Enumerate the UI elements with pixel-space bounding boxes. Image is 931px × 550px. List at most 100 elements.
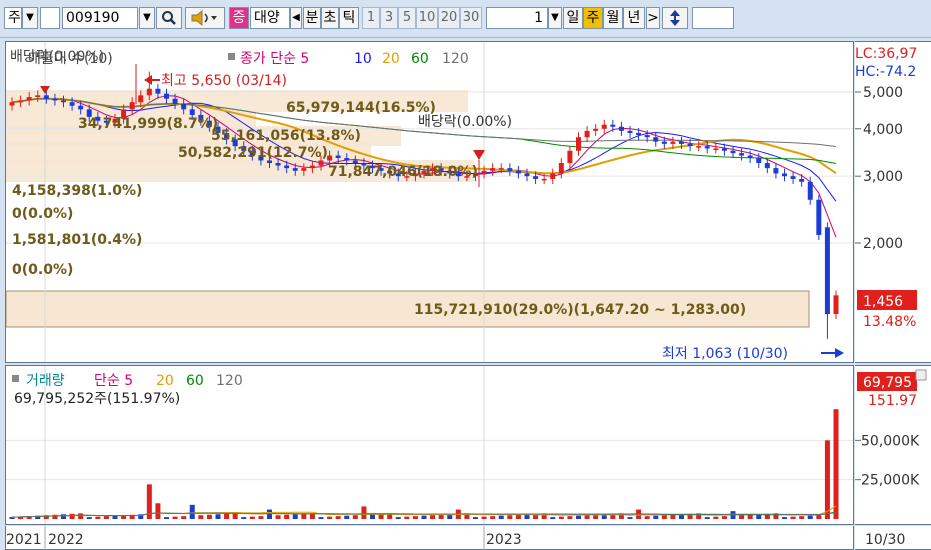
volume-bar: [327, 516, 333, 519]
candle-body: [799, 178, 805, 182]
x-label-2023: 2023: [486, 532, 522, 548]
next-button[interactable]: >: [646, 7, 660, 29]
badge-label: 증: [232, 10, 246, 26]
last-change: 13.48%: [863, 314, 916, 330]
volume-bar: [739, 515, 745, 519]
count-dropdown-icon[interactable]: ▼: [548, 7, 562, 29]
volume-bar: [567, 516, 573, 519]
volume-bar: [258, 516, 264, 519]
legend-ma10: 10: [354, 51, 372, 67]
volume-bar: [215, 514, 221, 519]
market-select[interactable]: 주: [4, 7, 22, 29]
market-dropdown-icon[interactable]: ▼: [22, 7, 38, 29]
interval-3[interactable]: 3: [380, 7, 398, 29]
interval-10-label: 10: [418, 10, 436, 25]
interval-5[interactable]: 5: [398, 7, 416, 29]
volume-chart-panel[interactable]: 거래량 단순 5 20 60 120 69,795,252주(151.97%): [5, 365, 854, 525]
candle-body: [593, 128, 599, 131]
candle-body: [610, 124, 616, 127]
interval-1-label: 1: [366, 10, 376, 25]
volume-bar: [284, 514, 290, 519]
candle-body: [558, 162, 564, 174]
cycle-day[interactable]: 일: [563, 7, 583, 29]
candle-body: [26, 97, 32, 101]
cycle-minute[interactable]: 분: [303, 7, 321, 29]
price-chart: 65,979,144(16.5%) 34,741,999(8.7%)55,161,…: [6, 42, 853, 362]
price-tick-label: 3,000: [863, 169, 903, 185]
volume-bar: [799, 516, 805, 519]
price-chart-panel[interactable]: 65,979,144(16.5%) 34,741,999(8.7%) 55,161,…: [5, 41, 854, 363]
volume-ma-prefix: 단순 5: [94, 373, 133, 389]
last-volume: 69,795: [863, 375, 912, 391]
code-prefix-field[interactable]: [40, 7, 60, 29]
cycle-month[interactable]: 월: [603, 7, 623, 29]
stock-code-value: 009190: [66, 10, 120, 26]
candle-body: [584, 130, 590, 138]
stock-name-field[interactable]: 대양: [250, 7, 290, 29]
interval-1[interactable]: 1: [362, 7, 380, 29]
volume-bar: [421, 515, 427, 519]
volume-chart: 거래량 단순 5 20 60 120 69,795,252주(151.97%): [6, 366, 853, 524]
volume-bar: [103, 516, 109, 519]
volume-bar: [352, 515, 358, 519]
candle-body: [18, 100, 24, 103]
profile-label: 115,721,910(29.0%)(1,647.20 ~ 1,283.00): [414, 302, 746, 318]
candle-body: [670, 141, 676, 144]
lc-label: LC:36,97: [855, 46, 917, 62]
volume-bar: [498, 515, 504, 519]
cycle-tick[interactable]: 틱: [339, 7, 359, 29]
candle-body: [284, 165, 290, 169]
cycle-week[interactable]: 주: [583, 7, 603, 29]
candle-body: [696, 146, 702, 148]
candle-body: [524, 173, 530, 177]
volume-y-axis-svg: 69,795 151.97 50,000K 25,000K: [855, 369, 927, 489]
profile-label: 65,979,144(16.5%): [286, 100, 436, 116]
volume-bar: [155, 503, 161, 519]
count-input[interactable]: 1: [486, 7, 548, 29]
interval-3-label: 3: [384, 10, 394, 25]
speaker-button[interactable]: [185, 7, 225, 29]
candle-body: [541, 178, 547, 181]
volume-bar: [78, 513, 84, 519]
interval-30[interactable]: 30: [460, 7, 482, 29]
toolbar: 주 ▼ 009190 ▼ 증 대양 ◀ 분 초 틱 1 3 5 10 20 30…: [0, 0, 931, 38]
candle-body: [146, 88, 152, 96]
volume-bar: [507, 515, 513, 519]
dividend-label: 배당락(0.00%): [418, 114, 512, 130]
volume-bar: [181, 516, 187, 519]
candle-body: [764, 162, 770, 169]
profile-label: 34,741,999(8.7%): [78, 116, 218, 132]
interval-20[interactable]: 20: [438, 7, 460, 29]
interval-10[interactable]: 10: [416, 7, 438, 29]
cycle-day-label: 일: [566, 10, 580, 26]
candle-body: [164, 93, 169, 99]
volume-ticks: 50,000K 25,000K: [855, 433, 920, 489]
cycle-second[interactable]: 초: [321, 7, 339, 29]
cycle-second-label: 초: [323, 10, 337, 26]
code-dropdown-icon[interactable]: ▼: [139, 7, 155, 29]
volume-bar: [189, 504, 195, 519]
candle-body: [636, 132, 642, 136]
price-y-axis-svg: LC:36,97 HC:-74.2 5,000 4,000 3,000 2,000 1…: [855, 46, 917, 330]
candle-body: [782, 173, 787, 177]
profile-label: 4,158,398(1.0%): [12, 183, 142, 199]
volume-ma120: 120: [216, 373, 243, 389]
candle-body: [69, 102, 75, 106]
cycle-year[interactable]: 년: [623, 7, 645, 29]
volume-bar: [515, 514, 521, 519]
close-icon[interactable]: [915, 369, 927, 381]
last-price: 1,456: [863, 294, 903, 310]
volume-title: 거래량: [26, 373, 65, 389]
volume-bars: [9, 409, 839, 519]
volume-bar: [198, 515, 204, 519]
volume-tick-label: 50,000K: [861, 433, 920, 449]
candle-body: [292, 168, 298, 171]
candle-body: [644, 135, 650, 138]
volume-tick-label: 25,000K: [861, 473, 920, 489]
search-button[interactable]: [156, 7, 182, 29]
scroll-left-icon[interactable]: ◀: [290, 7, 302, 29]
extra-input[interactable]: [692, 7, 734, 29]
updown-button[interactable]: [662, 7, 688, 29]
volume-bar: [335, 516, 341, 519]
stock-code-input[interactable]: 009190: [62, 7, 138, 29]
